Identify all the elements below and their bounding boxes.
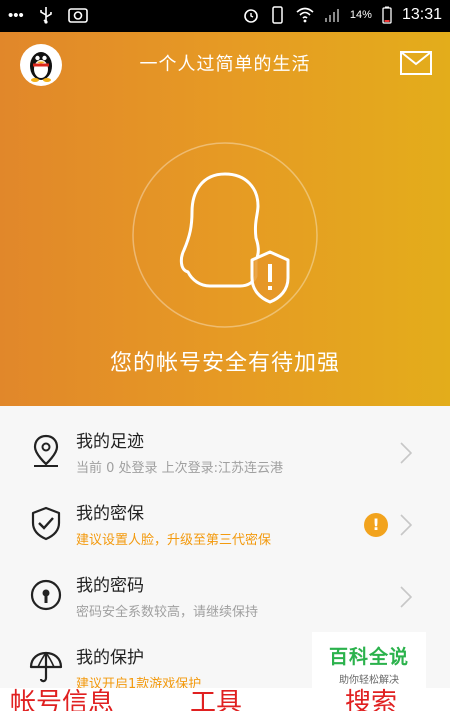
signal-icon xyxy=(324,9,339,22)
page-title: 一个人过简单的生活 xyxy=(139,54,311,75)
watermark-badge: 百科全说 助你轻松解决 xyxy=(312,632,426,688)
chevron-right-icon xyxy=(400,514,412,536)
warning-shield-icon xyxy=(250,250,290,304)
item-subtitle: 建议设置人脸，升级至第三代密保 xyxy=(76,533,272,548)
battery-percent: 14% xyxy=(349,9,372,21)
item-subtitle: 密码安全系数较高，请继续保持 xyxy=(76,605,259,620)
umbrella-icon xyxy=(29,651,63,683)
alert-badge: ! xyxy=(364,513,388,537)
chevron-right-icon xyxy=(400,586,412,608)
password-lock-icon xyxy=(30,579,62,611)
security-header: 一个人过简单的生活 您的帐号安全有待加强 xyxy=(0,32,450,406)
security-status-graphic xyxy=(132,142,318,328)
item-title: 我的密保 xyxy=(76,504,144,524)
location-pin-icon xyxy=(33,434,59,467)
item-title: 我的足迹 xyxy=(76,432,144,452)
mail-icon[interactable] xyxy=(400,51,432,75)
wifi-icon xyxy=(296,7,314,23)
item-title: 我的保护 xyxy=(76,648,144,668)
more-dots-icon: ••• xyxy=(8,6,24,24)
list-item-footprint[interactable]: 我的足迹 当前 0 处登录 上次登录:江苏连云港 xyxy=(0,416,450,488)
tab-tools[interactable]: 工具 xyxy=(190,690,242,711)
list-item-password[interactable]: 我的密码 密码安全系数较高，请继续保持 xyxy=(0,560,450,632)
battery-icon xyxy=(382,6,392,24)
alarm-icon xyxy=(244,9,258,23)
penguin-outline-icon xyxy=(179,172,260,288)
tab-search[interactable]: 搜索 xyxy=(345,690,397,711)
usb-icon xyxy=(39,7,52,24)
shield-check-icon xyxy=(31,506,61,541)
security-status-message: 您的帐号安全有待加强 xyxy=(109,351,340,376)
item-title: 我的密码 xyxy=(76,576,144,596)
chevron-right-icon xyxy=(400,442,412,464)
watermark-sub: 助你轻松解决 xyxy=(339,675,399,686)
phone-vibrate-icon xyxy=(272,6,283,24)
list-item-secure-question[interactable]: 我的密保 建议设置人脸，升级至第三代密保 ! xyxy=(0,488,450,560)
status-bar: ••• 14% 13:31 xyxy=(0,0,450,32)
item-subtitle: 当前 0 处登录 上次登录:江苏连云港 xyxy=(76,461,284,476)
bottom-tab-bar: 帐号信息 工具 搜索 xyxy=(0,688,450,711)
clock: 13:31 xyxy=(401,6,442,23)
watermark-main: 百科全说 xyxy=(328,646,409,668)
photo-icon xyxy=(67,8,88,23)
tab-account-info[interactable]: 帐号信息 xyxy=(10,690,114,711)
